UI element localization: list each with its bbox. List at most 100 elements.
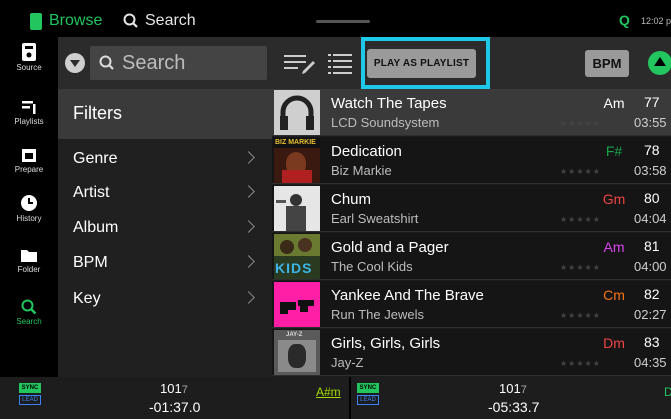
- album-art: BIZ MARKIE: [274, 138, 320, 183]
- headphones-art-icon: [274, 90, 320, 135]
- filter-label: BPM: [73, 254, 108, 271]
- track-artist: Jay-Z: [331, 355, 364, 370]
- deck-bpm: 1017: [499, 381, 527, 396]
- deck-key: A#m: [316, 385, 341, 399]
- lead-badge: LEAD: [357, 395, 379, 405]
- chevron-right-icon: [242, 151, 255, 164]
- history-icon: [21, 195, 37, 211]
- search-icon: [21, 299, 37, 315]
- search-tab[interactable]: Search: [145, 12, 196, 30]
- lead-badge: LEAD: [19, 395, 41, 405]
- album-art: JAY-Z: [274, 330, 320, 375]
- nav-search-label: Search: [16, 317, 42, 326]
- search-icon: [123, 13, 138, 28]
- album-art: [274, 282, 320, 327]
- track-row[interactable]: Watch The Tapes LCD Soundsystem Am ★★★★★…: [272, 89, 671, 136]
- search-input[interactable]: [122, 48, 262, 78]
- track-artist: LCD Soundsystem: [331, 115, 440, 130]
- track-bpm: 80: [644, 190, 660, 206]
- filters-panel: Filters Genre Artist Album BPM Key: [58, 89, 272, 377]
- browse-source-icon: [30, 13, 42, 30]
- track-title: Girls, Girls, Girls: [331, 335, 441, 352]
- track-title: Gold and a Pager: [331, 239, 449, 256]
- track-row[interactable]: KIDS Gold and a Pager The Cool Kids Am ★…: [272, 233, 671, 280]
- track-artist: Biz Markie: [331, 163, 392, 178]
- play-as-playlist-button[interactable]: PLAY AS PLAYLIST: [367, 49, 476, 78]
- source-dropdown-button[interactable]: [65, 53, 85, 73]
- track-rating: ★★★★★: [560, 215, 601, 224]
- deck-time-remaining: -01:37.0: [149, 399, 201, 415]
- deck-bpm-value: 101: [499, 381, 521, 396]
- track-key: Dm: [603, 335, 625, 351]
- filter-bpm[interactable]: BPM: [58, 248, 272, 283]
- track-time: 03:58: [634, 163, 667, 178]
- deck-bpm: 1017: [160, 381, 188, 396]
- edit-list-icon[interactable]: [284, 54, 316, 74]
- nav-source[interactable]: Source: [0, 43, 58, 93]
- filter-genre[interactable]: Genre: [58, 144, 272, 179]
- track-title: Dedication: [331, 143, 402, 160]
- bpm-sort-button[interactable]: BPM: [585, 50, 629, 77]
- prepare-icon: [22, 149, 36, 162]
- scroll-up-button[interactable]: [648, 51, 671, 75]
- folder-icon: [21, 250, 37, 262]
- filter-label: Artist: [73, 184, 110, 201]
- track-bpm: 81: [644, 238, 660, 254]
- top-status-bar: Browse Search Q 12:02 pm: [0, 0, 671, 37]
- deck-left[interactable]: SYNC LEAD 1017 -01:37.0 A#m: [0, 377, 349, 419]
- track-rating: ★★★★★: [560, 359, 601, 368]
- album-art: [274, 186, 320, 231]
- filter-album[interactable]: Album: [58, 213, 272, 248]
- deck-key: D: [664, 385, 671, 399]
- track-time: 03:55: [634, 115, 667, 130]
- track-time: 02:27: [634, 307, 667, 322]
- drag-handle[interactable]: [316, 20, 370, 23]
- deck-time-remaining: -05:33.7: [488, 399, 540, 415]
- search-box[interactable]: [90, 46, 267, 80]
- deck-bpm-fraction: 7: [181, 384, 188, 396]
- chevron-right-icon: [242, 185, 255, 198]
- track-bpm: 82: [644, 286, 660, 302]
- nav-search[interactable]: Search: [0, 299, 58, 349]
- search-icon: [99, 55, 114, 70]
- filters-title: Filters: [73, 103, 122, 123]
- filter-key[interactable]: Key: [58, 284, 272, 319]
- chevron-right-icon: [242, 291, 255, 304]
- track-key: Gm: [602, 191, 626, 207]
- nav-folder[interactable]: Folder: [0, 247, 58, 297]
- track-row[interactable]: BIZ MARKIE Dedication Biz Markie F# ★★★★…: [272, 137, 671, 184]
- track-bpm: 77: [644, 94, 660, 110]
- album-art: [274, 90, 320, 135]
- track-list: Watch The Tapes LCD Soundsystem Am ★★★★★…: [272, 89, 671, 377]
- chevron-right-icon: [242, 220, 255, 233]
- nav-prepare[interactable]: Prepare: [0, 147, 58, 197]
- track-row[interactable]: JAY-Z Girls, Girls, Girls Jay-Z Dm ★★★★★…: [272, 329, 671, 376]
- filters-header[interactable]: Filters: [58, 89, 272, 139]
- track-rating: ★★★★★: [560, 119, 601, 128]
- album-art: KIDS: [274, 234, 320, 279]
- track-bpm: 83: [644, 334, 660, 350]
- track-rating: ★★★★★: [560, 167, 601, 176]
- track-title: Yankee And The Brave: [331, 287, 484, 304]
- filter-label: Album: [73, 219, 119, 236]
- sync-badge[interactable]: SYNC: [19, 383, 41, 393]
- list-view-icon[interactable]: [328, 54, 352, 74]
- track-row[interactable]: Yankee And The Brave Run The Jewels Cm ★…: [272, 281, 671, 328]
- sync-badge[interactable]: SYNC: [357, 383, 379, 393]
- browser-toolbar: PLAY AS PLAYLIST BPM: [58, 37, 671, 89]
- nav-playlists[interactable]: Playlists: [0, 99, 58, 149]
- track-time: 04:00: [634, 259, 667, 274]
- filter-label: Genre: [73, 150, 118, 167]
- filter-artist[interactable]: Artist: [58, 178, 272, 213]
- playlists-icon: [22, 101, 36, 114]
- deck-status-bar: SYNC LEAD 1017 -01:37.0 A#m SYNC LEAD 10…: [0, 377, 671, 419]
- nav-history[interactable]: History: [0, 194, 58, 244]
- nav-source-label: Source: [16, 63, 42, 72]
- browse-tab[interactable]: Browse: [49, 12, 102, 30]
- deck-right[interactable]: SYNC LEAD 1017 -05:33.7 D: [351, 377, 671, 419]
- nav-history-label: History: [16, 214, 42, 223]
- track-row[interactable]: Chum Earl Sweatshirt Gm ★★★★★ 80 04:04: [272, 185, 671, 232]
- album-art-text: KIDS: [275, 260, 313, 276]
- track-key: Cm: [603, 287, 625, 303]
- fist-and-gun-art-icon: [280, 300, 314, 314]
